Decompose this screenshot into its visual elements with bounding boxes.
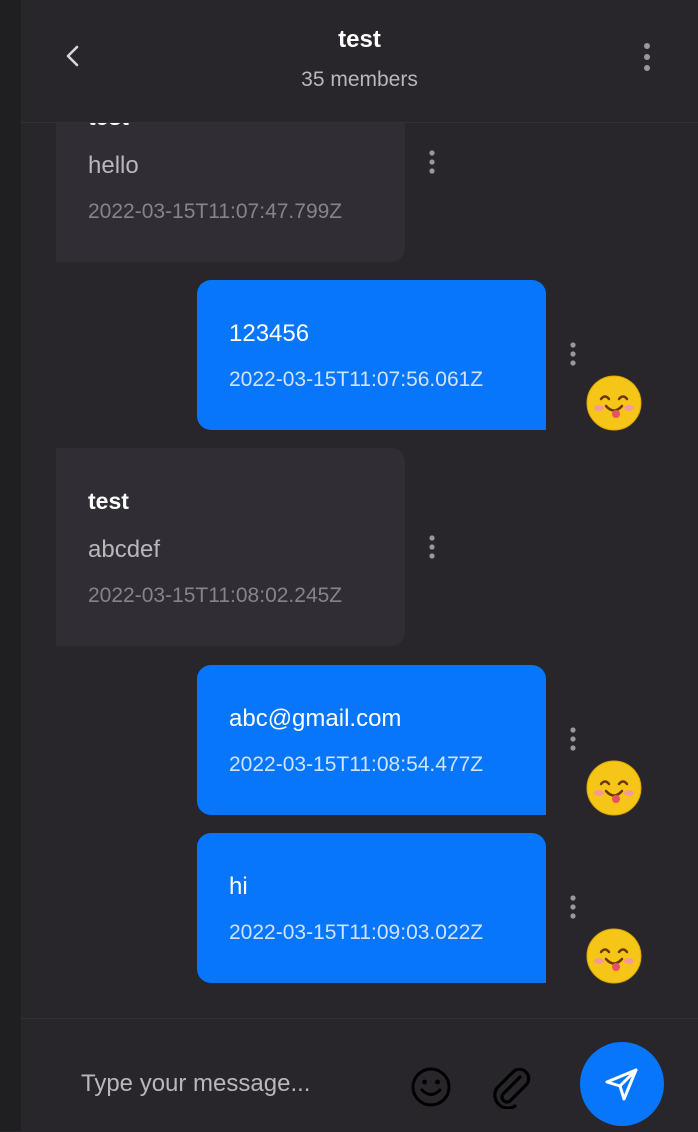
paperclip-icon[interactable] — [487, 1063, 533, 1109]
message-text: abcdef — [88, 536, 161, 563]
smiley-avatar-icon — [586, 760, 642, 816]
message-input[interactable] — [81, 1059, 371, 1109]
chat-title: test — [338, 26, 381, 53]
message-bubble-outgoing: hi 2022-03-15T11:09:03.022Z — [197, 833, 546, 983]
message-bubble-incoming: test abcdef 2022-03-15T11:08:02.245Z — [56, 448, 405, 646]
more-vertical-icon[interactable] — [637, 40, 657, 74]
send-button[interactable] — [580, 1042, 664, 1126]
message-list[interactable]: test hello 2022-03-15T11:07:47.799Z 1234… — [21, 0, 698, 1018]
chat-header: test 35 members — [21, 0, 698, 123]
message-text: hi — [229, 873, 248, 900]
message-timestamp: 2022-03-15T11:07:56.061Z — [229, 368, 484, 391]
member-count: 35 members — [301, 68, 418, 91]
message-bubble-outgoing: abc@gmail.com 2022-03-15T11:08:54.477Z — [197, 665, 546, 815]
message-timestamp: 2022-03-15T11:08:02.245Z — [88, 584, 343, 607]
message-timestamp: 2022-03-15T11:09:03.022Z — [229, 921, 484, 944]
message-options-icon[interactable] — [425, 149, 439, 175]
message-options-icon[interactable] — [566, 726, 580, 752]
message-text: abc@gmail.com — [229, 705, 402, 732]
message-composer — [21, 1018, 698, 1132]
message-bubble-outgoing: 123456 2022-03-15T11:07:56.061Z — [197, 280, 546, 430]
message-options-icon[interactable] — [425, 534, 439, 560]
message-timestamp: 2022-03-15T11:07:47.799Z — [88, 200, 343, 223]
emoji-smile-icon[interactable] — [409, 1065, 453, 1109]
message-text: 123456 — [229, 320, 310, 347]
left-edge-panel — [0, 0, 21, 1131]
smiley-avatar-icon — [586, 928, 642, 984]
smiley-avatar-icon — [586, 375, 642, 431]
message-options-icon[interactable] — [566, 341, 580, 367]
message-timestamp: 2022-03-15T11:08:54.477Z — [229, 753, 484, 776]
send-icon — [605, 1068, 638, 1101]
message-text: hello — [88, 152, 139, 179]
message-sender: test — [88, 488, 129, 514]
message-options-icon[interactable] — [566, 894, 580, 920]
